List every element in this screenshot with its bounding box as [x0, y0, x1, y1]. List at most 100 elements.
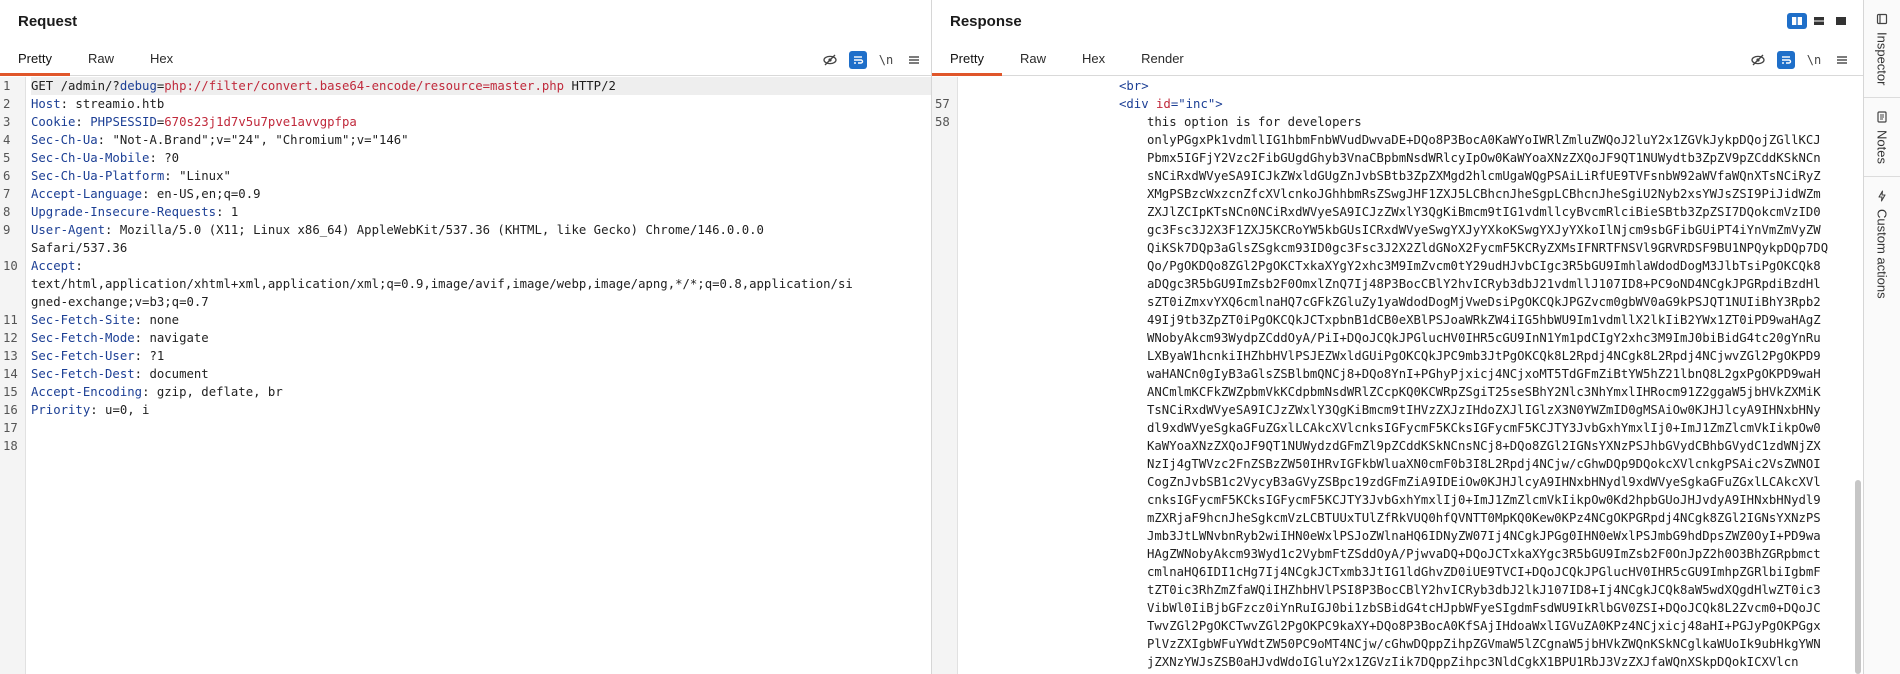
code-line: Safari/537.36 — [31, 239, 931, 257]
base64-line: sZT0iZmxvYXQ6cmlnaHQ7cGFkZGluZy1yaWdodDo… — [1147, 295, 1821, 309]
response-code[interactable]: <br> <div id="inc"> this option is for dev… — [958, 77, 1863, 674]
response-tabbar: Pretty Raw Hex Render \n — [932, 43, 1863, 76]
menu-icon[interactable] — [905, 51, 923, 69]
code-token: : streamio.htb — [60, 97, 165, 111]
base64-line: QiKSk7DQp3aGlsZSgkcm93ID0gc3Fsc3J2X2ZldG… — [1147, 241, 1829, 255]
code-token: <div — [1119, 97, 1157, 111]
code-token: Sec-Fetch-Dest — [31, 367, 135, 381]
line-number — [935, 221, 957, 239]
code-token: Sec-Fetch-Mode — [31, 331, 135, 345]
response-tab-raw[interactable]: Raw — [1002, 42, 1064, 75]
menu-icon[interactable] — [1833, 51, 1851, 69]
code-token: GET /admin/? — [31, 79, 120, 93]
notes-icon — [1875, 110, 1889, 124]
code-token: : en-US,en;q=0.9 — [142, 187, 261, 201]
code-line: <div id="inc"> — [958, 95, 1863, 113]
code-token: Sec-Ch-Ua — [31, 133, 98, 147]
code-token: debug — [119, 79, 157, 93]
code-line: Cookie: PHPSESSID=670s23j1d7v5u7pve1avvg… — [31, 113, 931, 131]
request-tab-pretty[interactable]: Pretty — [0, 42, 70, 76]
line-number: 2 — [3, 97, 11, 111]
line-number: 57 — [935, 97, 950, 111]
base64-line: waHANCn0gIyB3aGlsZSBlbmQNCj8+DQo8YnI+PGh… — [1147, 367, 1821, 381]
line-number — [935, 455, 957, 473]
response-title: Response — [950, 13, 1022, 30]
newline-toggle-icon[interactable]: \n — [877, 51, 895, 69]
request-tab-hex[interactable]: Hex — [132, 42, 191, 75]
code-token: : none — [134, 313, 180, 327]
base64-line: cnksIGFycmF5KCksIGFycmF5KCJTY3JvbGxhYmxl… — [1147, 493, 1821, 507]
request-tabbar: Pretty Raw Hex \n — [0, 43, 931, 76]
code-token: : navigate — [134, 331, 209, 345]
code-token: Accept-Encoding — [31, 385, 143, 399]
layout-stacked-icon[interactable] — [1809, 13, 1829, 29]
sidebar-item-inspector[interactable]: Inspector — [1864, 0, 1900, 85]
base64-line: KaWYoaXNzZXQoJF9QT1NUWydzdGFmZl9pZCddKSk… — [1147, 439, 1821, 453]
sidebar-item-custom-actions[interactable]: Custom actions — [1864, 177, 1900, 299]
custom-actions-icon — [1875, 189, 1889, 203]
base64-line: dl9xdWVyeSgkaGFuZGxlLCAkcXVlcnksIGFycmF5… — [1147, 421, 1821, 435]
base64-line: HAgZWNobyAkcm93Wyd1c2VybmFtZSddOyA/Pjwva… — [1147, 547, 1821, 561]
base64-line: Jmb3JtLWNvbnRyb2wiIHN0eWxlPSJoZWlnaHQ6ID… — [1147, 529, 1821, 543]
response-tab-hex[interactable]: Hex — [1064, 42, 1123, 75]
code-line: Sec-Ch-Ua-Platform: "Linux" — [31, 167, 931, 185]
base64-line: XMgPSBzcWxzcnZfcXVlcnkoJGhhbmRsZSwgJHF1Z… — [1147, 187, 1821, 201]
line-number — [935, 419, 957, 437]
line-number: 6 — [3, 169, 11, 183]
line-number: 10 — [3, 259, 18, 273]
line-number — [935, 653, 957, 671]
line-number — [935, 473, 957, 491]
sidebar-label-inspector: Inspector — [1874, 32, 1890, 86]
code-token: 670s23j1d7v5u7pve1avvgpfpa — [164, 115, 357, 129]
scrollbar-thumb[interactable] — [1855, 480, 1861, 674]
code-token: Sec-Fetch-Site — [31, 313, 135, 327]
request-line-numbers: 1 2 3 4 5 6 7 8 9 10 11 12 13 14 15 16 17 18 — [0, 77, 26, 674]
line-number: 8 — [3, 205, 11, 219]
code-token: PHPSESSID — [90, 115, 157, 129]
line-number — [935, 293, 957, 311]
line-number — [935, 527, 957, 545]
code-token: Sec-Ch-Ua-Platform — [31, 169, 165, 183]
hide-nonprinting-icon[interactable] — [1749, 51, 1767, 69]
request-code[interactable]: GET /admin/?debug=php://filter/convert.b… — [26, 77, 931, 674]
code-line: GET /admin/?debug=php://filter/convert.b… — [31, 77, 931, 95]
code-token: php://filter/convert.base64-encode/resou… — [164, 79, 565, 93]
base64-line: VibWl0IiBjbGFzcz0iYnRuIGJ0bi1zbSBidG4tcH… — [1147, 601, 1821, 615]
line-number — [935, 239, 957, 257]
sidebar-item-notes[interactable]: Notes — [1864, 98, 1900, 164]
line-number — [935, 383, 957, 401]
layout-tabs-icon[interactable] — [1831, 13, 1851, 29]
code-token: Accept — [31, 259, 76, 273]
request-editor[interactable]: 1 2 3 4 5 6 7 8 9 10 11 12 13 14 15 16 17 18 GET /admin/?… — [0, 77, 931, 674]
response-pane: Response Pretty Raw Hex Render \n 57 58 … — [932, 0, 1863, 674]
base64-line: gc3Fsc3J2X3F1ZXJ5KCRoYW5kbGUsICRxdWVyeSw… — [1147, 223, 1821, 237]
base64-line: jZXNzYWJsZSB0aHJvdWdoIGluY2x1ZGVzIik7DQp… — [1147, 655, 1799, 669]
line-number — [3, 239, 25, 257]
response-tab-pretty[interactable]: Pretty — [932, 42, 1002, 76]
response-editor[interactable]: 57 58 <br> <div id="inc"> this option is fo… — [932, 77, 1863, 674]
base64-line: sNCiRxdWVyeSA9ICJkZWxldGUgZnJvbSBtb3ZpZX… — [1147, 169, 1821, 183]
response-scrollbar[interactable] — [1855, 90, 1861, 674]
wrap-lines-icon[interactable] — [1777, 50, 1795, 69]
code-token: id — [1156, 97, 1171, 111]
request-tab-raw[interactable]: Raw — [70, 42, 132, 75]
line-number — [3, 293, 25, 311]
response-tools: \n — [1749, 43, 1851, 76]
code-token: > — [1215, 97, 1223, 111]
code-token: Upgrade-Insecure-Requests — [31, 205, 217, 219]
code-token: HTTP/2 — [564, 79, 616, 93]
line-number — [935, 581, 957, 599]
line-number — [935, 131, 957, 149]
response-tab-render[interactable]: Render — [1123, 42, 1202, 75]
newline-toggle-icon[interactable]: \n — [1805, 51, 1823, 69]
code-line: Sec-Ch-Ua-Mobile: ?0 — [31, 149, 931, 167]
line-number — [935, 149, 957, 167]
line-number — [935, 491, 957, 509]
wrap-lines-icon[interactable] — [849, 50, 867, 69]
layout-side-by-side-icon[interactable] — [1787, 13, 1807, 29]
code-token: : gzip, deflate, br — [142, 385, 283, 399]
hide-nonprinting-icon[interactable] — [821, 51, 839, 69]
code-token: Sec-Ch-Ua-Mobile — [31, 151, 150, 165]
